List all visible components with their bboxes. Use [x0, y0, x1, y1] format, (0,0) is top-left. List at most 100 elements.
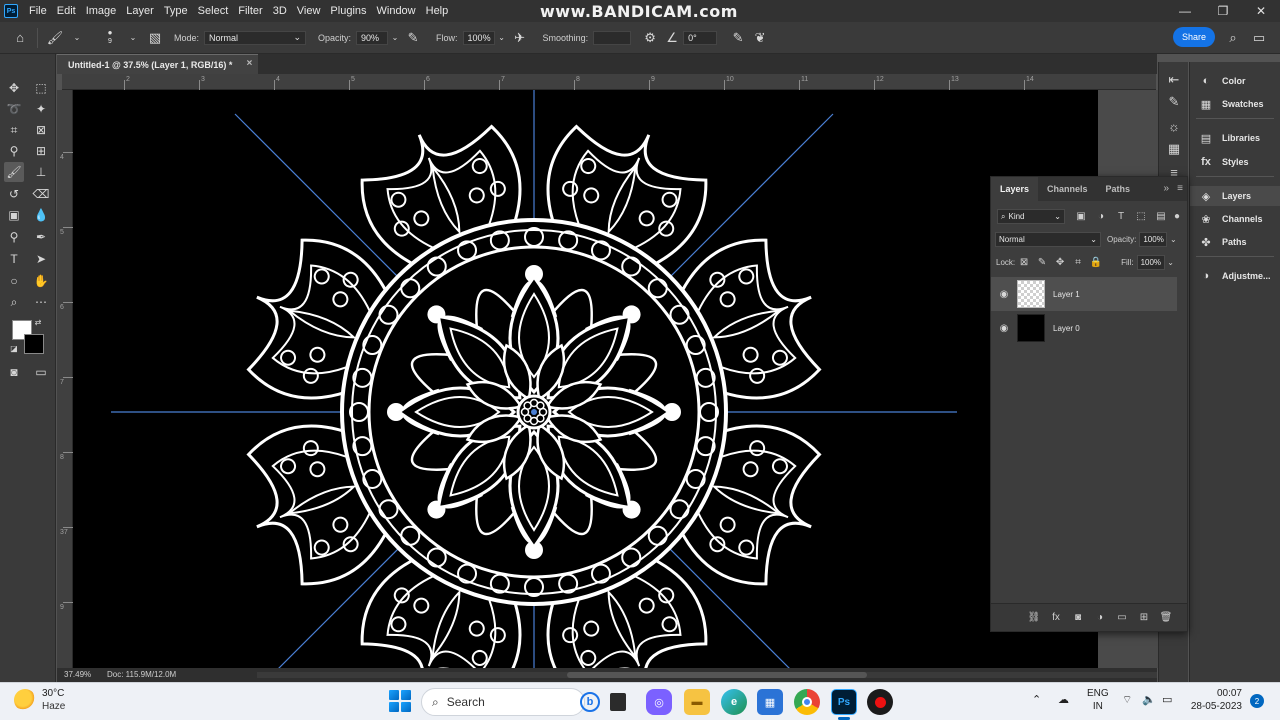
system-clock[interactable]: 00:07 28-05-2023	[1188, 687, 1242, 713]
show-hidden-icons-icon[interactable]: ⌃	[1032, 693, 1041, 706]
share-button[interactable]: Share	[1173, 27, 1215, 47]
histogram-icon[interactable]: ▦	[1164, 139, 1184, 159]
restore-icon[interactable]: ❐	[1204, 0, 1242, 22]
photoshop-taskbar-icon[interactable]: Ps	[831, 689, 857, 715]
dock-swatches[interactable]: ▦ Swatches	[1198, 94, 1264, 114]
brush-preset-picker[interactable]: ● 9	[98, 29, 122, 46]
close-icon[interactable]: ×	[246, 58, 252, 69]
new-layer-icon[interactable]: ⊞	[1133, 612, 1155, 623]
dock-layers[interactable]: ◈ Layers	[1190, 186, 1280, 206]
eraser-tool-icon[interactable]: ⌫	[31, 184, 51, 204]
mode-select[interactable]: Normal ⌄	[204, 30, 307, 45]
airbrush-icon[interactable]: ✈	[509, 27, 531, 49]
cloud-icon[interactable]: ☁	[1058, 693, 1069, 706]
layer-opacity-input[interactable]: 100%	[1139, 232, 1168, 247]
visibility-eye-icon[interactable]: ◉	[991, 323, 1017, 334]
dock-adjustments[interactable]: ◑ Adjustme...	[1198, 266, 1271, 286]
lock-transparent-icon[interactable]: ⊠	[1015, 257, 1033, 268]
panel-menu-icon[interactable]: ≡	[1177, 183, 1183, 194]
search-icon[interactable]: ⌕	[1222, 27, 1244, 49]
crop-tool-icon[interactable]: ⌗	[4, 120, 24, 140]
layer-style-fx-icon[interactable]: fx	[1045, 612, 1067, 623]
filter-pixel-icon[interactable]: ▣	[1071, 211, 1091, 222]
weather-widget[interactable]: 30°C Haze	[14, 687, 65, 713]
menu-image[interactable]: Image	[81, 0, 122, 22]
vertical-ruler[interactable]: 4 5 6 7 8 37 9	[57, 90, 73, 668]
notification-badge[interactable]: 2	[1250, 694, 1264, 708]
scrollbar-thumb[interactable]	[567, 672, 867, 678]
minimize-icon[interactable]: —	[1166, 0, 1204, 22]
history-brush-tool-icon[interactable]: ↺	[4, 184, 24, 204]
chevron-down-icon[interactable]: ⌄	[1165, 258, 1177, 267]
fill-input[interactable]: 100%	[1136, 255, 1165, 270]
document-tab[interactable]: Untitled-1 @ 37.5% (Layer 1, RGB/16) * ×	[57, 54, 259, 74]
wifi-icon[interactable]: ⌔	[1122, 693, 1132, 707]
filter-shape-icon[interactable]: ⬚	[1131, 211, 1151, 222]
windows-start-icon[interactable]	[389, 690, 411, 712]
type-tool-icon[interactable]: T	[4, 249, 24, 269]
dodge-tool-icon[interactable]: ⚲	[4, 227, 24, 247]
brush-tool-icon[interactable]: 🖌	[4, 162, 24, 182]
edge-browser-icon[interactable]: e	[721, 689, 747, 715]
tab-paths[interactable]: Paths	[1097, 177, 1140, 201]
brush-tool-icon[interactable]: 🖌	[44, 27, 66, 49]
photoshop-logo-icon[interactable]: Ps	[4, 4, 18, 18]
smoothing-input[interactable]	[593, 30, 632, 45]
collapse-icon[interactable]: »	[1163, 183, 1169, 194]
filter-type-icon[interactable]: T	[1111, 211, 1131, 222]
visibility-eye-icon[interactable]: ◉	[991, 289, 1017, 300]
filter-adjustment-icon[interactable]: ◑	[1091, 211, 1111, 222]
tab-layers[interactable]: Layers	[991, 177, 1039, 201]
battery-icon[interactable]: ▭	[1162, 693, 1172, 706]
symmetry-butterfly-icon[interactable]: ❦	[749, 27, 771, 49]
marquee-tool-icon[interactable]: ⬚	[31, 78, 51, 98]
taskbar-search[interactable]: ⌕ Search	[421, 688, 585, 716]
lasso-tool-icon[interactable]: ➰	[4, 99, 24, 119]
hand-tool-icon[interactable]: ✋	[31, 271, 51, 291]
flow-input[interactable]: 100%	[462, 30, 495, 45]
menu-window[interactable]: Window	[372, 0, 421, 22]
healing-brush-tool-icon[interactable]: ⊞	[31, 141, 51, 161]
dock-styles[interactable]: fx Styles	[1198, 152, 1248, 172]
menu-view[interactable]: View	[292, 0, 326, 22]
dock-paths[interactable]: ✤ Paths	[1198, 232, 1246, 252]
dock-channels[interactable]: ❀ Channels	[1198, 209, 1262, 229]
chevron-down-icon[interactable]: ⌄	[122, 27, 144, 49]
angle-input[interactable]: 0°	[683, 30, 718, 45]
magic-wand-tool-icon[interactable]: ✦	[31, 99, 51, 119]
menu-filter[interactable]: Filter	[233, 0, 267, 22]
gradient-tool-icon[interactable]: ▣	[4, 205, 24, 225]
chevron-down-icon[interactable]: ⌄	[495, 27, 509, 49]
ellipse-tool-icon[interactable]: ○	[4, 271, 24, 291]
default-colors-icon[interactable]: ◪	[8, 342, 20, 354]
chevron-down-icon[interactable]: ⌄	[388, 27, 402, 49]
workspace-icon[interactable]: ▭	[1248, 27, 1270, 49]
menu-edit[interactable]: Edit	[52, 0, 81, 22]
lock-image-icon[interactable]: ✎	[1033, 257, 1051, 268]
add-mask-icon[interactable]: ◙	[1067, 612, 1089, 623]
document-size[interactable]: Doc: 115.9M/12.0M	[107, 670, 176, 679]
eyedropper-tool-icon[interactable]: ⚲	[4, 141, 24, 161]
close-icon[interactable]: ✕	[1242, 0, 1280, 22]
bing-chat-icon[interactable]: b	[580, 692, 600, 712]
pressure-size-icon[interactable]: ✎	[727, 27, 749, 49]
layer-row-layer-0[interactable]: ◉ Layer 0	[991, 311, 1177, 345]
angle-icon[interactable]: ∠	[661, 27, 683, 49]
clone-stamp-tool-icon[interactable]: ⊥	[31, 162, 51, 182]
path-selection-tool-icon[interactable]: ➤	[31, 249, 51, 269]
document-canvas[interactable]	[73, 90, 1098, 668]
horizontal-ruler[interactable]: 2 3 4 5 6 7 8 9 10 11 12 13 14	[62, 74, 1156, 90]
quick-mask-icon[interactable]: ◙	[4, 362, 24, 382]
zoom-level[interactable]: 37.49%	[64, 670, 91, 679]
adjustments-sun-icon[interactable]: ☼	[1164, 116, 1184, 136]
menu-type[interactable]: Type	[159, 0, 193, 22]
pressure-opacity-icon[interactable]: ✎	[402, 27, 424, 49]
filter-smart-object-icon[interactable]: ▤	[1151, 211, 1171, 222]
chevron-down-icon[interactable]: ⌄	[1167, 235, 1179, 244]
menu-select[interactable]: Select	[193, 0, 234, 22]
filter-kind-select[interactable]: ⌕ Kind ⌄	[997, 209, 1065, 224]
frame-tool-icon[interactable]: ⊠	[31, 120, 51, 140]
adjustment-layer-icon[interactable]: ◑	[1089, 612, 1111, 623]
blend-mode-select[interactable]: Normal ⌄	[995, 232, 1101, 247]
brush-settings-icon[interactable]: ✎	[1164, 92, 1184, 112]
